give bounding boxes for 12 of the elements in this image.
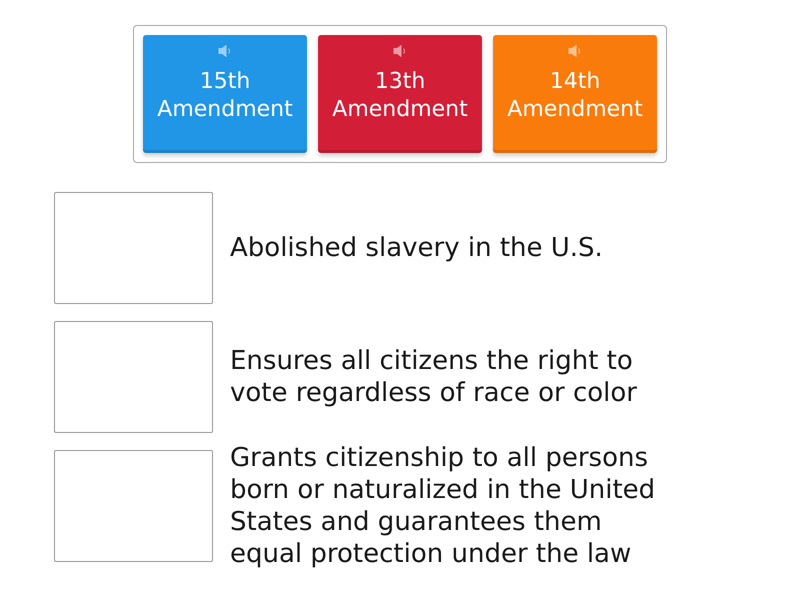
answer-tile[interactable]: 15th Amendment xyxy=(143,35,307,153)
speaker-icon[interactable] xyxy=(568,44,582,58)
speaker-icon[interactable] xyxy=(393,44,407,58)
answer-box[interactable] xyxy=(54,321,213,433)
description-text: Ensures all citizens the right to vote regardless of race or color xyxy=(230,345,638,409)
description-text: Grants citizenship to all persons born or naturalized in the United States and guarantees them equal protection under the law xyxy=(230,442,656,570)
answer-tile[interactable]: 13th Amendment xyxy=(318,35,482,153)
answer-tile[interactable]: 14th Amendment xyxy=(493,35,657,153)
answer-box[interactable] xyxy=(54,450,213,562)
speaker-icon[interactable] xyxy=(218,44,232,58)
description-text: Abolished slavery in the U.S. xyxy=(230,232,604,264)
answer-box[interactable] xyxy=(54,192,213,304)
